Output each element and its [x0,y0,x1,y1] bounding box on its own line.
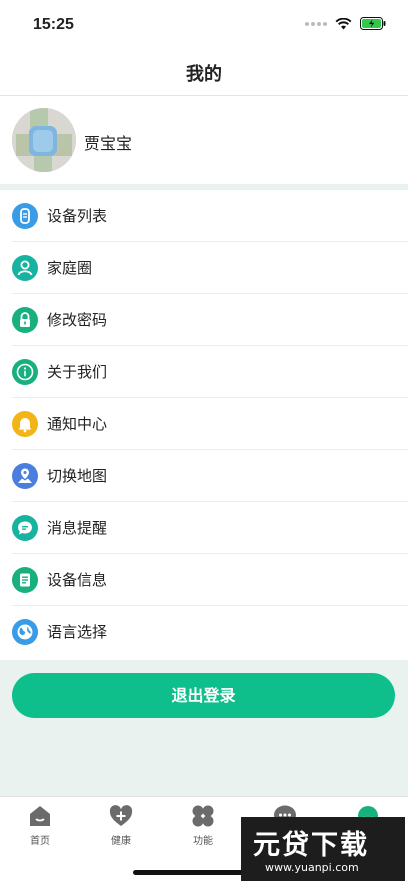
menu-item-language[interactable]: 语言选择 [0,606,408,658]
menu-item-change-password[interactable]: 修改密码 [0,294,408,346]
tab-health[interactable]: 健康 [91,803,151,847]
bell-icon [12,411,38,437]
watermark-url: www.yuanpi.com [265,861,359,874]
menu-item-label: 通知中心 [47,415,108,433]
avatar[interactable] [12,108,76,172]
avatar-image [12,108,76,172]
menu-item-label: 设备信息 [47,571,108,589]
document-icon [12,567,38,593]
menu-item-label: 家庭圈 [47,259,93,277]
person-icon [12,255,38,281]
menu-item-label: 切换地图 [47,467,108,485]
menu-item-label: 关于我们 [47,363,108,381]
globe-icon [12,619,38,645]
message-icon [12,515,38,541]
menu-item-about-us[interactable]: 关于我们 [0,346,408,398]
watermark-title: 元贷下载 [253,830,369,861]
menu-item-label: 消息提醒 [47,519,108,537]
settings-menu: 设备列表 家庭圈 修改密码 关于我们 通知中心 切换地图 消息提醒 设备信息 语… [0,190,408,660]
status-icons [305,17,386,30]
menu-item-switch-map[interactable]: 切换地图 [0,450,408,502]
info-icon [12,359,38,385]
watch-icon [12,203,38,229]
watermark: 元贷下载 www.yuanpi.com [241,817,405,881]
menu-item-family-circle[interactable]: 家庭圈 [0,242,408,294]
tab-functions[interactable]: 功能 [173,803,233,847]
menu-item-notification-center[interactable]: 通知中心 [0,398,408,450]
wifi-icon [335,17,352,29]
home-icon [30,806,50,826]
clover-icon [192,805,214,827]
tab-label: 功能 [193,836,213,847]
signal-icon [305,21,327,26]
nav-bar: 我的 [0,48,408,96]
tab-label: 健康 [111,836,131,847]
profile-name: 贾宝宝 [84,134,133,153]
menu-item-label: 语言选择 [47,623,108,641]
menu-item-device-list[interactable]: 设备列表 [0,190,408,242]
battery-icon [360,17,386,30]
lock-icon [12,307,38,333]
tab-label: 首页 [30,836,50,847]
page-title: 我的 [186,64,222,85]
menu-item-message-reminder[interactable]: 消息提醒 [0,502,408,554]
status-time: 15:25 [33,16,74,33]
menu-item-device-info[interactable]: 设备信息 [0,554,408,606]
profile-card[interactable]: 贾宝宝 [0,96,408,184]
heart-plus-icon [109,805,133,826]
map-icon [12,463,38,489]
menu-item-label: 设备列表 [47,207,108,225]
status-bar: 15:25 [0,0,408,48]
tab-home[interactable]: 首页 [10,803,70,847]
menu-item-label: 修改密码 [47,311,108,329]
logout-button[interactable]: 退出登录 [12,673,395,718]
